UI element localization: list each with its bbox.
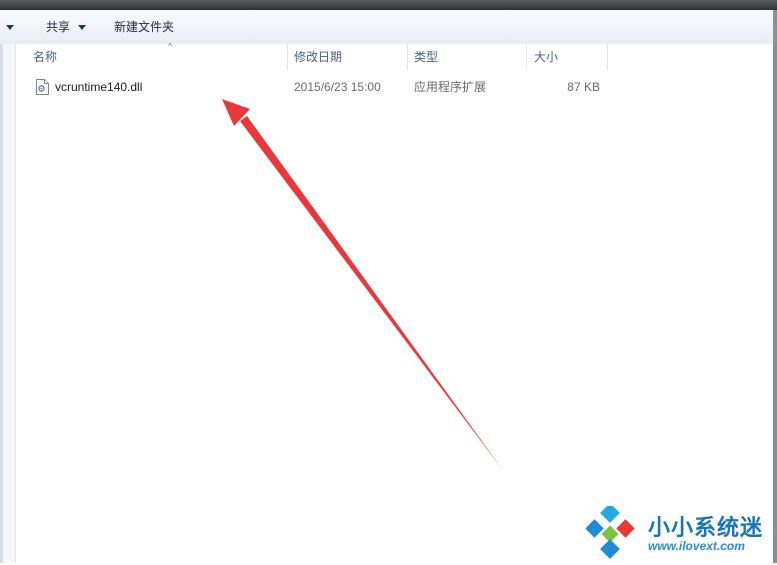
watermark-url: www.ilovext.com	[648, 539, 745, 553]
watermark-title: 小小系统迷	[648, 516, 764, 541]
red-annotation-arrow	[222, 99, 502, 469]
watermark-logo: 小小系统迷 www.ilovext.com	[585, 503, 776, 562]
site-logo-icon	[585, 503, 635, 559]
arrow-shaft	[240, 116, 502, 469]
